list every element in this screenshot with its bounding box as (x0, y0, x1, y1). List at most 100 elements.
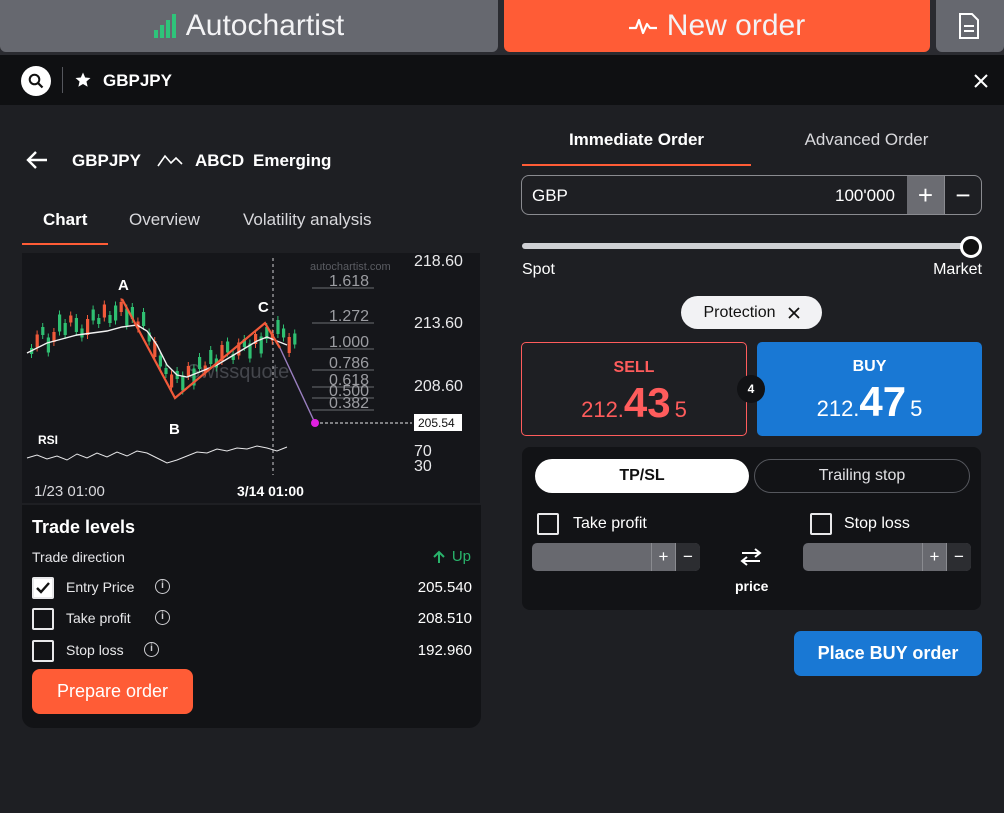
rsi-label: RSI (38, 433, 58, 447)
trade-direction-label: Trade direction (32, 549, 125, 565)
sell-price-button[interactable]: SELL 212.43 5 (521, 342, 747, 436)
candle (293, 333, 297, 345)
checkmark-icon (36, 582, 50, 594)
star-icon[interactable] (74, 71, 92, 89)
pattern-name: ABCD (195, 151, 245, 170)
search-button[interactable] (21, 66, 51, 96)
buy-price-prefix: 212. (816, 396, 860, 421)
trade-level-row-stop-loss: Stop loss i 192.960 (32, 640, 472, 664)
fib-level-label: 1.000 (329, 334, 369, 351)
stop-loss-checkbox[interactable] (32, 640, 54, 662)
back-arrow-icon[interactable] (26, 150, 48, 170)
take-profit-increment-button[interactable]: + (651, 543, 675, 571)
stop-loss-decrement-button[interactable]: − (946, 543, 971, 571)
take-profit-value: 208.510 (417, 610, 472, 627)
candle (69, 315, 73, 323)
take-profit-stepper[interactable]: + − (532, 543, 700, 571)
buy-price-button[interactable]: BUY 212.47 5 (757, 342, 982, 436)
tpsl-mode-button[interactable]: TP/SL (535, 459, 749, 493)
trade-level-row-take-profit: Take profit i 208.510 (32, 608, 472, 632)
search-symbol-label[interactable]: GBPJPY (103, 71, 172, 91)
take-profit-checkbox[interactable] (537, 513, 559, 535)
entry-price-checkbox[interactable] (32, 577, 54, 599)
take-profit-label: Take profit (573, 515, 647, 532)
projection-line (279, 347, 316, 424)
price-label: 218.60 (414, 253, 463, 270)
candle (170, 374, 174, 388)
entry-price-label: Entry Price (66, 579, 135, 595)
candle (282, 328, 286, 338)
buy-price-big: 47 (859, 378, 907, 425)
tab-document[interactable] (936, 0, 1004, 52)
candle (164, 368, 168, 374)
swap-arrows-icon[interactable] (740, 547, 762, 567)
candle (63, 323, 67, 335)
chart-svg: autochartist.com Swissquote 1.618 1.272 1.… (26, 253, 463, 500)
sell-title: SELL (613, 359, 655, 376)
info-icon[interactable]: i (155, 610, 170, 625)
time-label: 3/14 01:00 (237, 483, 304, 499)
spot-market-slider-thumb[interactable] (960, 236, 982, 258)
quantity-increment-button[interactable]: + (907, 176, 944, 214)
close-icon[interactable] (787, 306, 800, 319)
candle (186, 366, 190, 376)
target-point (311, 419, 319, 427)
tab-chart[interactable]: Chart (43, 210, 87, 230)
divider (62, 67, 63, 93)
quantity-decrement-button[interactable]: − (944, 176, 981, 214)
slider-market-label: Market (933, 261, 982, 278)
prepare-order-button[interactable]: Prepare order (32, 669, 193, 714)
rsi-line (26, 445, 288, 464)
place-buy-order-button[interactable]: Place BUY order (794, 631, 982, 676)
trailing-stop-mode-button[interactable]: Trailing stop (754, 459, 970, 493)
quantity-stepper[interactable]: GBP 100'000 + − (521, 175, 982, 215)
stop-loss-label: Stop loss (844, 515, 910, 532)
trade-level-row-entry: Entry Price i 205.540 (32, 577, 472, 601)
info-icon[interactable]: i (155, 579, 170, 594)
trade-levels-panel: Trade levels Trade direction Up Entry Pr… (22, 505, 481, 728)
take-profit-label: Take profit (66, 610, 131, 626)
close-icon[interactable] (972, 72, 990, 90)
spot-market-slider-track[interactable] (522, 243, 970, 249)
spread-badge: 4 (737, 375, 765, 403)
stop-loss-value: 192.960 (417, 642, 472, 659)
quantity-value[interactable]: 100'000 (835, 186, 895, 206)
candle (97, 318, 101, 324)
pattern-status: Emerging (253, 151, 332, 170)
tab-autochartist[interactable]: Autochartist (0, 0, 498, 52)
point-a-label: A (118, 277, 129, 294)
chart-brand-watermark: Swissquote (187, 361, 289, 383)
candle (142, 312, 146, 326)
abcd-pattern-line (121, 298, 281, 400)
tab-immediate-order[interactable]: Immediate Order (522, 130, 751, 150)
candle (181, 375, 185, 391)
buy-title: BUY (852, 358, 887, 375)
tab-overview[interactable]: Overview (129, 210, 200, 230)
active-tab-underline (522, 164, 751, 166)
search-icon (28, 73, 44, 89)
candle (287, 337, 291, 353)
take-profit-decrement-button[interactable]: − (675, 543, 700, 571)
chart-watermark: autochartist.com (310, 261, 391, 273)
pulse-icon (628, 18, 657, 35)
sell-price-prefix: 212. (581, 397, 624, 422)
trade-direction-value: Up (432, 548, 471, 565)
pattern-chart[interactable]: autochartist.com Swissquote 1.618 1.272 1.… (22, 253, 480, 503)
tab-new-order[interactable]: New order (504, 0, 930, 52)
take-profit-checkbox[interactable] (32, 608, 54, 630)
stop-loss-increment-button[interactable]: + (922, 543, 946, 571)
document-icon (959, 13, 979, 39)
candle (35, 334, 39, 348)
protection-chip[interactable]: Protection (681, 296, 822, 329)
stop-loss-checkbox[interactable] (810, 513, 832, 535)
info-icon[interactable]: i (144, 642, 159, 657)
stop-loss-stepper[interactable]: + − (803, 543, 971, 571)
candle (108, 315, 112, 323)
tab-volatility-analysis[interactable]: Volatility analysis (243, 210, 372, 230)
tpsl-panel: TP/SL Trailing stop Take profit + − pric… (522, 447, 981, 610)
fib-level-label: 0.786 (329, 355, 369, 372)
tab-advanced-order[interactable]: Advanced Order (752, 130, 981, 150)
protection-label: Protection (703, 303, 776, 321)
fib-level-label: 0.382 (329, 395, 369, 412)
top-tab-bar: Autochartist New order (0, 0, 1004, 55)
